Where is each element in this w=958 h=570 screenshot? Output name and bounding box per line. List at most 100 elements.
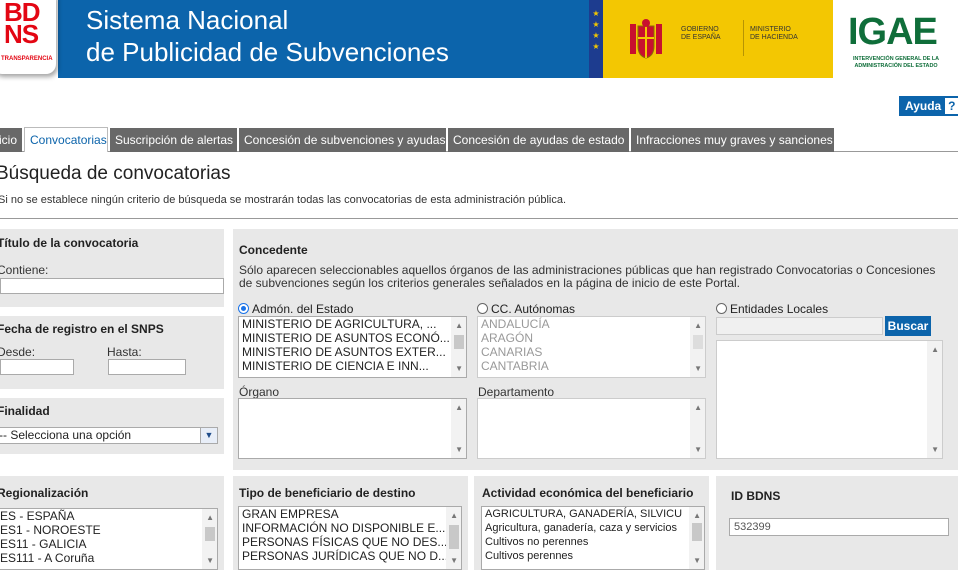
list-item[interactable]: ES11 - GALICIA	[0, 537, 217, 551]
scrollbar: ▲ ▼	[927, 341, 942, 458]
scrollbar[interactable]: ▲ ▼	[689, 507, 704, 569]
scroll-up-icon[interactable]: ▲	[206, 514, 214, 522]
tipo-beneficiario-listbox[interactable]: GRAN EMPRESA INFORMACIÓN NO DISPONIBLE E…	[238, 506, 462, 570]
list-item[interactable]: GRAN EMPRESA	[239, 507, 461, 521]
id-bdns-input[interactable]: 532399	[729, 518, 949, 536]
departamento-label: Departamento	[478, 385, 555, 399]
concedente-heading: Concedente	[239, 243, 308, 257]
scroll-up-icon[interactable]: ▲	[455, 322, 463, 330]
departamento-listbox: ▲ ▼	[477, 398, 706, 459]
radio-cc-autonomas-label: CC. Autónomas	[491, 302, 576, 316]
concedente-description: Sólo aparecen seleccionables aquellos ór…	[239, 263, 936, 290]
list-item[interactable]: MINISTERIO DE CIENCIA E INN...	[239, 359, 466, 373]
chevron-down-icon[interactable]: ▼	[200, 428, 217, 443]
finalidad-heading: Finalidad	[0, 404, 50, 418]
tab-concesion-subvenciones[interactable]: Concesión de subvenciones y ayudas	[239, 128, 446, 152]
list-item[interactable]: ES111 - A Coruña	[0, 551, 217, 565]
list-item[interactable]: INFORMACIÓN NO DISPONIBLE E...	[239, 521, 461, 535]
scroll-down-icon[interactable]: ▼	[455, 365, 463, 373]
hasta-label: Hasta:	[107, 345, 142, 359]
ministerio-text: MINISTERIO DE HACIENDA	[750, 26, 798, 41]
radio-icon[interactable]	[477, 303, 488, 314]
fecha-heading: Fecha de registro en el SNPS	[0, 322, 164, 336]
ccaa-listbox: ANDALUCÍA ARAGÓN CANARIAS CANTABRIA ▲ ▼	[477, 316, 706, 378]
help-button[interactable]: Ayuda?	[899, 96, 958, 116]
finalidad-selected: -- Selecciona una opción	[0, 428, 132, 442]
scrollbar: ▲ ▼	[690, 399, 705, 458]
radio-cc-autonomas[interactable]: CC. Autónomas	[477, 302, 575, 316]
help-label: Ayuda	[905, 99, 942, 113]
bdns-logo-subtitle: TRANSPARENCIA	[1, 56, 53, 62]
scroll-up-icon[interactable]: ▲	[693, 512, 701, 520]
list-item[interactable]: MINISTERIO DE ASUNTOS ECONÓ...	[239, 331, 466, 345]
radio-entidades-locales[interactable]: Entidades Locales	[716, 302, 828, 316]
logo-separator	[743, 20, 744, 56]
list-item[interactable]: AGRICULTURA, GANADERÍA, SILVICU	[482, 507, 704, 521]
tab-convocatorias[interactable]: Convocatorias	[24, 127, 108, 152]
bdns-logo-letters: BD NS	[4, 0, 41, 49]
scroll-down-icon[interactable]: ▼	[455, 446, 463, 454]
list-item[interactable]: MINISTERIO DE ASUNTOS EXTER...	[239, 345, 466, 359]
hasta-date-input[interactable]	[108, 359, 186, 375]
actividad-listbox[interactable]: AGRICULTURA, GANADERÍA, SILVICU Agricult…	[481, 506, 705, 570]
entidades-locales-input	[716, 317, 883, 335]
scroll-up-icon: ▲	[931, 345, 939, 354]
list-item[interactable]: Agricultura, ganadería, caza y servicios	[482, 521, 704, 535]
scroll-thumb[interactable]	[692, 523, 702, 541]
scroll-down-icon[interactable]: ▼	[206, 557, 214, 565]
scrollbar: ▲ ▼	[690, 317, 705, 377]
tab-suscripcion-alertas[interactable]: Suscripción de alertas	[110, 128, 237, 152]
entidades-locales-listbox: ▲ ▼	[716, 340, 943, 459]
regionalizacion-listbox[interactable]: ES - ESPAÑA ES1 - NOROESTE ES11 - GALICI…	[0, 508, 218, 570]
gobierno-text: GOBIERNO DE ESPAÑA	[681, 26, 721, 41]
scroll-up-icon: ▲	[694, 321, 702, 330]
radio-entidades-locales-label: Entidades Locales	[730, 302, 829, 316]
tab-infracciones[interactable]: Infracciones muy graves y sanciones	[631, 128, 834, 152]
bdns-logo[interactable]: BD NS TRANSPARENCIA	[0, 0, 56, 74]
finalidad-select[interactable]: -- Selecciona una opción ▼	[0, 427, 218, 444]
titulo-input[interactable]	[0, 278, 224, 294]
scrollbar[interactable]: ▲ ▼	[202, 509, 217, 569]
scroll-down-icon[interactable]: ▼	[693, 557, 701, 565]
tipo-beneficiario-heading: Tipo de beneficiario de destino	[239, 486, 416, 500]
divider	[0, 218, 958, 219]
organo-label: Órgano	[239, 385, 280, 399]
scroll-down-icon[interactable]: ▼	[450, 557, 458, 565]
organo-listbox[interactable]: ▲ ▼	[238, 398, 467, 459]
scroll-down-icon: ▼	[931, 445, 939, 454]
list-item: ARAGÓN	[481, 331, 534, 345]
scrollbar[interactable]: ▲ ▼	[451, 399, 466, 458]
tab-ayudas-estado[interactable]: Concesión de ayudas de estado	[448, 128, 629, 152]
scroll-thumb[interactable]	[449, 525, 459, 549]
scroll-up-icon: ▲	[694, 403, 702, 412]
list-item[interactable]: ES1 - NOROESTE	[0, 523, 217, 537]
list-item[interactable]: PERSONAS FÍSICAS QUE NO DES...	[239, 535, 461, 549]
scroll-up-icon[interactable]: ▲	[455, 404, 463, 412]
desde-date-input[interactable]	[0, 359, 74, 375]
list-item: CANTABRIA	[481, 359, 549, 373]
site-title[interactable]: Sistema Nacional de Publicidad de Subven…	[86, 4, 449, 68]
scroll-up-icon[interactable]: ▲	[450, 512, 458, 520]
estado-organismos-listbox[interactable]: MINISTERIO DE AGRICULTURA, ... MINISTERI…	[238, 316, 467, 378]
scrollbar[interactable]: ▲ ▼	[451, 317, 466, 377]
radio-admon-estado[interactable]: Admón. del Estado	[238, 302, 353, 316]
list-item[interactable]: ES - ESPAÑA	[0, 509, 217, 523]
radio-selected-icon[interactable]	[238, 303, 249, 314]
buscar-button[interactable]: Buscar	[885, 316, 931, 336]
eu-flag-strip: ★ ★ ★ ★	[589, 0, 603, 78]
list-item: ANDALUCÍA	[481, 317, 550, 331]
desde-label: Desde:	[0, 345, 36, 359]
tab-inicio[interactable]: Inicio	[0, 128, 22, 152]
list-item[interactable]: Cultivos perennes	[482, 549, 704, 563]
actividad-heading: Actividad económica del beneficiario	[482, 486, 694, 500]
list-item[interactable]: MINISTERIO DE AGRICULTURA, ...	[239, 317, 466, 331]
radio-icon[interactable]	[716, 303, 727, 314]
search-intro-text: Si no se establece ningún criterio de bú…	[0, 194, 567, 206]
scroll-thumb[interactable]	[454, 335, 464, 349]
list-item[interactable]: Cultivos no perennes	[482, 535, 704, 549]
list-item[interactable]: PERSONAS JURÍDICAS QUE NO D...	[239, 549, 461, 563]
coat-of-arms-icon	[630, 19, 662, 59]
radio-admon-estado-label: Admón. del Estado	[252, 302, 354, 316]
scroll-thumb[interactable]	[205, 527, 215, 541]
scrollbar[interactable]: ▲ ▼	[446, 507, 461, 569]
